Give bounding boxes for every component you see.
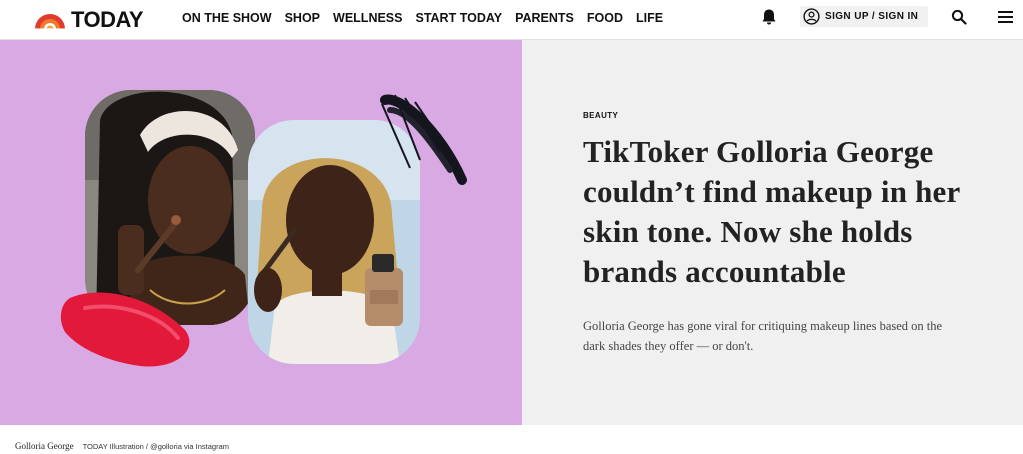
caption-credit: TODAY Illustration / @golloria via Insta…	[82, 441, 230, 451]
menu-icon[interactable]	[998, 10, 1013, 24]
logo-text: TODAY	[71, 7, 144, 32]
nav-item-wellness[interactable]: WELLNESS	[333, 11, 402, 25]
search-icon[interactable]	[951, 9, 967, 25]
right-portrait-photo	[248, 120, 420, 364]
site-header: TODAY ON THE SHOW SHOP WELLNESS START TO…	[0, 0, 1023, 40]
nav-item-start-today[interactable]: START TODAY	[415, 11, 502, 25]
headline[interactable]: TikToker Golloria George couldn’t find m…	[583, 132, 983, 292]
nav-item-parents[interactable]: PARENTS	[515, 11, 574, 25]
hero-artwork	[60, 90, 467, 367]
bell-icon[interactable]	[760, 8, 778, 26]
hero-text-panel: BEAUTY TikToker Golloria George couldn’t…	[522, 40, 1023, 425]
hero-illustration[interactable]	[0, 40, 522, 425]
image-caption: Golloria George TODAY Illustration / @go…	[15, 440, 229, 452]
main-nav: ON THE SHOW SHOP WELLNESS START TODAY PA…	[182, 0, 676, 36]
left-portrait-photo	[85, 90, 255, 325]
user-icon	[803, 8, 820, 25]
nav-item-life[interactable]: LIFE	[636, 11, 663, 25]
nav-item-on-the-show[interactable]: ON THE SHOW	[182, 11, 272, 25]
category-label[interactable]: BEAUTY	[583, 111, 618, 120]
sign-in-label: SIGN UP / SIGN IN	[825, 11, 919, 22]
sunrise-logo-icon	[33, 14, 67, 30]
dek: Golloria George has gone viral for criti…	[583, 319, 943, 353]
caption-name: Golloria George	[15, 441, 74, 451]
hero-section: BEAUTY TikToker Golloria George couldn’t…	[0, 40, 1023, 425]
nav-item-shop[interactable]: SHOP	[285, 11, 320, 25]
sign-in-button[interactable]: SIGN UP / SIGN IN	[800, 6, 929, 27]
nav-item-food[interactable]: FOOD	[587, 11, 623, 25]
today-logo[interactable]: TODAY	[33, 6, 144, 34]
